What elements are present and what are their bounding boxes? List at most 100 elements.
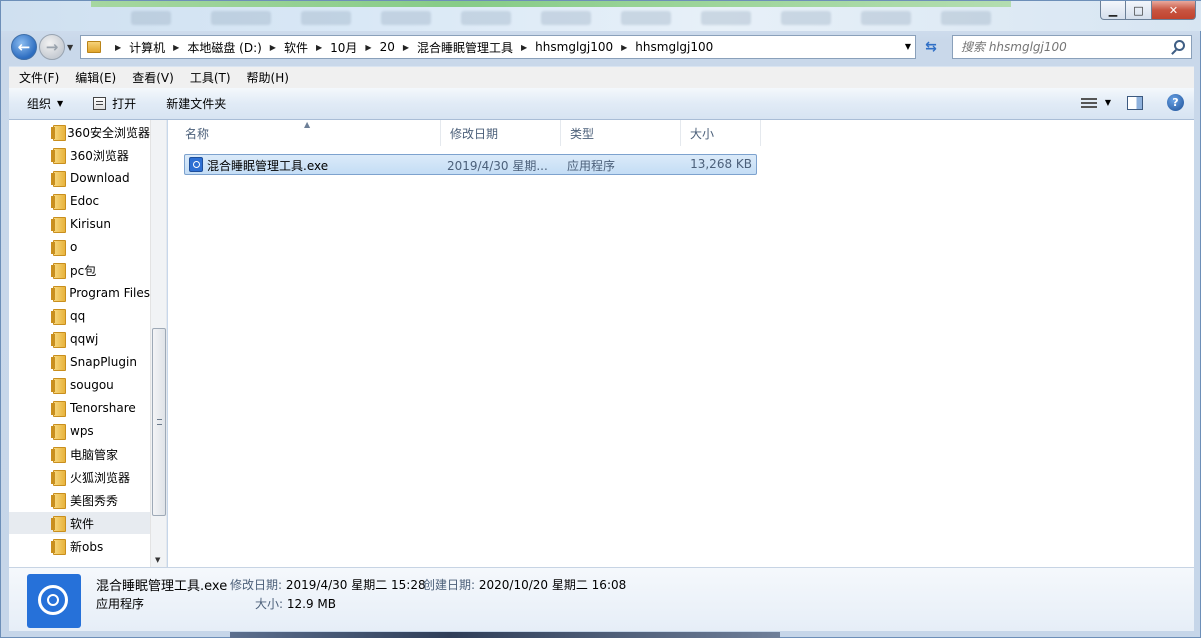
menu-edit[interactable]: 编辑(E) — [65, 69, 122, 86]
breadcrumb-item[interactable]: 10月 — [330, 39, 357, 56]
breadcrumb-item[interactable]: 混合睡眠管理工具 — [417, 39, 513, 56]
folder-icon — [51, 216, 66, 233]
arrow-left-icon: ← — [17, 38, 31, 56]
menu-tools[interactable]: 工具(T) — [180, 69, 237, 86]
search-input[interactable] — [953, 40, 1163, 54]
tree-item[interactable]: SnapPlugin — [9, 351, 150, 373]
caption-buttons: ▁ □ ✕ — [1100, 1, 1196, 20]
tree-item-label: Tenorshare — [70, 401, 136, 415]
breadcrumb-item[interactable]: hhsmglgj100 — [535, 40, 613, 54]
folder-icon — [51, 147, 66, 164]
tree-item[interactable]: Program Files — [9, 282, 150, 304]
view-controls: ▼ ? — [1080, 94, 1184, 111]
maximize-button[interactable]: □ — [1126, 1, 1152, 20]
chevron-right-icon[interactable]: ▶ — [316, 43, 322, 52]
details-type: 应用程序 — [96, 597, 145, 611]
column-header-label: 类型 — [570, 126, 595, 141]
file-type: 应用程序 — [567, 159, 616, 173]
tree-item[interactable]: 美图秀秀 — [9, 489, 150, 511]
chevron-down-icon[interactable]: ▼ — [905, 42, 911, 51]
change-view-icon[interactable] — [1080, 97, 1097, 109]
close-button[interactable]: ✕ — [1152, 1, 1196, 20]
breadcrumb-item[interactable]: 软件 — [284, 39, 308, 56]
folder-icon — [51, 377, 66, 394]
details-modified-value: 2019/4/30 星期二 15:28 — [285, 578, 426, 592]
chevron-down-icon: ▼ — [57, 99, 64, 108]
tree-item[interactable]: 360浏览器 — [9, 144, 150, 166]
scroll-down-icon[interactable]: ▼ — [155, 556, 160, 564]
chevron-right-icon[interactable]: ▶ — [115, 43, 121, 52]
file-row-selected[interactable]: 混合睡眠管理工具.exe 2019/4/30 星期... 应用程序 13,268… — [184, 154, 757, 175]
chevron-right-icon[interactable]: ▶ — [365, 43, 371, 52]
folder-icon — [51, 285, 67, 302]
menu-view[interactable]: 查看(V) — [122, 69, 180, 86]
tree-item[interactable]: wps — [9, 420, 150, 442]
search-icon[interactable] — [1174, 40, 1185, 51]
folder-icon — [51, 423, 66, 440]
column-header-type[interactable]: 类型 — [561, 120, 681, 146]
tree-item-label: Program Files — [69, 286, 150, 300]
tree-scrollbar[interactable]: ▼ — [150, 120, 166, 567]
recent-pages-dropdown[interactable]: ▼ — [67, 43, 73, 52]
menu-help[interactable]: 帮助(H) — [237, 69, 295, 86]
chevron-right-icon[interactable]: ▶ — [521, 43, 527, 52]
arrow-right-icon: → — [45, 38, 59, 56]
tree-item-label: pc包 — [70, 263, 97, 278]
tree-item-label: 美图秀秀 — [70, 493, 119, 508]
chevron-down-icon[interactable]: ▼ — [1105, 98, 1111, 107]
preview-pane-icon[interactable] — [1127, 95, 1143, 110]
breadcrumb-item[interactable]: 计算机 — [129, 39, 165, 56]
organize-button[interactable]: 组织 ▼ — [27, 95, 63, 112]
column-header-modified[interactable]: 修改日期 — [441, 120, 561, 146]
navigation-pane: 360安全浏览器 360浏览器 Download Edoc Kirisun o … — [9, 120, 167, 567]
help-icon[interactable]: ? — [1167, 94, 1184, 111]
tree-item[interactable]: qq — [9, 305, 150, 327]
minimize-button[interactable]: ▁ — [1100, 1, 1126, 20]
folder-icon — [51, 239, 66, 256]
tree-item[interactable]: o — [9, 236, 150, 258]
tree-item-label: wps — [70, 424, 94, 438]
tree-item-selected[interactable]: 软件 — [9, 512, 150, 534]
tree-item[interactable]: sougou — [9, 374, 150, 396]
tree-item[interactable]: Edoc — [9, 190, 150, 212]
menu-file[interactable]: 文件(F) — [9, 69, 65, 86]
folder-icon — [51, 538, 66, 555]
open-button[interactable]: 打开 — [93, 95, 136, 112]
background-blur — [91, 1, 1011, 7]
tree-item[interactable]: Tenorshare — [9, 397, 150, 419]
organize-label: 组织 — [27, 97, 52, 111]
chevron-right-icon[interactable]: ▶ — [621, 43, 627, 52]
tree-item[interactable]: pc包 — [9, 259, 150, 281]
breadcrumb-item[interactable]: 本地磁盘 (D:) — [187, 39, 261, 56]
forward-button[interactable]: → — [39, 34, 65, 60]
address-bar[interactable]: ▶ 计算机 ▶ 本地磁盘 (D:) ▶ 软件 ▶ 10月 ▶ 20 ▶ 混合睡眠… — [80, 35, 916, 59]
column-header-size[interactable]: 大小 — [681, 120, 761, 146]
tree-item-label: SnapPlugin — [70, 355, 137, 369]
chevron-right-icon[interactable]: ▶ — [270, 43, 276, 52]
tree-item-label: 火狐浏览器 — [70, 470, 131, 485]
tree-item[interactable]: 新obs — [9, 535, 150, 557]
breadcrumb-item[interactable]: 20 — [380, 40, 395, 54]
tree-item-label: Download — [70, 171, 130, 185]
chevron-right-icon[interactable]: ▶ — [403, 43, 409, 52]
file-list: 名称 ▲ 修改日期 类型 大小 混合睡眠管理工具.exe 2019/4/30 星… — [168, 120, 1194, 567]
folder-icon — [51, 469, 66, 486]
command-bar: 组织 ▼ 打开 新建文件夹 ▼ ? — [9, 88, 1194, 120]
search-box[interactable] — [952, 35, 1192, 59]
chevron-right-icon[interactable]: ▶ — [173, 43, 179, 52]
tree-item[interactable]: 电脑管家 — [9, 443, 150, 465]
tree-item[interactable]: 360安全浏览器 — [9, 121, 150, 143]
tree-item[interactable]: Download — [9, 167, 150, 189]
details-filename: 混合睡眠管理工具.exe — [96, 579, 228, 594]
tree-item[interactable]: qqwj — [9, 328, 150, 350]
tree-item[interactable]: Kirisun — [9, 213, 150, 235]
folder-icon — [51, 515, 66, 532]
scrollbar-thumb[interactable] — [152, 328, 166, 516]
menu-bar: 文件(F) 编辑(E) 查看(V) 工具(T) 帮助(H) — [9, 66, 1194, 88]
back-button[interactable]: ← — [11, 34, 37, 60]
tree-item[interactable]: 火狐浏览器 — [9, 466, 150, 488]
refresh-button[interactable]: ⇆ — [919, 35, 943, 59]
file-modified: 2019/4/30 星期... — [447, 159, 548, 173]
new-folder-button[interactable]: 新建文件夹 — [166, 95, 226, 112]
breadcrumb-item[interactable]: hhsmglgj100 — [635, 40, 713, 54]
